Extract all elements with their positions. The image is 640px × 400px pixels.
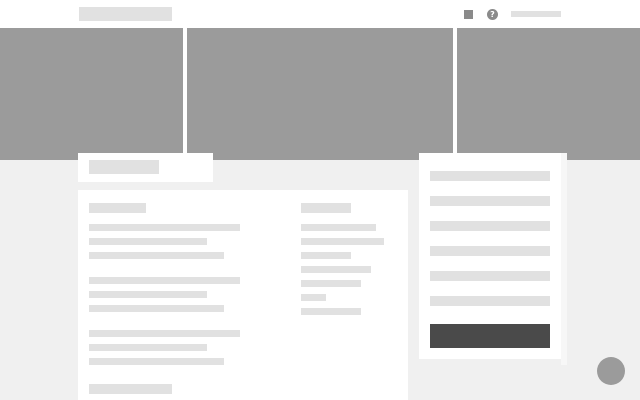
- listing-details-card: [78, 190, 408, 400]
- account-link-placeholder[interactable]: [511, 11, 561, 17]
- text-line-placeholder: [89, 358, 224, 365]
- section-heading-placeholder: [89, 384, 172, 394]
- text-line-placeholder: [89, 330, 240, 337]
- gallery-photo-2[interactable]: [187, 28, 453, 160]
- booking-field-placeholder[interactable]: [430, 196, 550, 206]
- booking-field-placeholder[interactable]: [430, 221, 550, 231]
- text-line-placeholder: [89, 291, 207, 298]
- list-item-placeholder: [301, 224, 376, 231]
- gallery-photo-3[interactable]: [457, 28, 640, 160]
- section-heading-placeholder: [89, 203, 146, 213]
- booking-field-placeholder[interactable]: [430, 171, 550, 181]
- text-line-placeholder: [89, 252, 224, 259]
- text-line-placeholder: [89, 305, 224, 312]
- booking-field-placeholder[interactable]: [430, 296, 550, 306]
- listing-title-card: [78, 153, 213, 182]
- top-bar: ?: [0, 0, 640, 28]
- help-icon[interactable]: ?: [487, 9, 498, 20]
- booking-field-placeholder[interactable]: [430, 271, 550, 281]
- logo-placeholder[interactable]: [79, 7, 172, 21]
- list-item-placeholder: [301, 308, 361, 315]
- section-heading-placeholder: [301, 203, 351, 213]
- text-line-placeholder: [89, 224, 240, 231]
- text-line-placeholder: [89, 277, 240, 284]
- booking-field-placeholder[interactable]: [430, 246, 550, 256]
- square-icon[interactable]: [464, 10, 473, 19]
- text-line-placeholder: [89, 238, 207, 245]
- list-item-placeholder: [301, 238, 384, 245]
- gallery-photo-1[interactable]: [0, 28, 183, 160]
- listing-title-placeholder: [89, 160, 159, 174]
- floating-chat-button[interactable]: [597, 357, 625, 385]
- side-card-shadow: [561, 153, 567, 365]
- list-item-placeholder: [301, 252, 351, 259]
- list-item-placeholder: [301, 294, 326, 301]
- photo-gallery: [0, 28, 640, 160]
- primary-action-button[interactable]: [430, 324, 550, 348]
- text-line-placeholder: [89, 344, 207, 351]
- list-item-placeholder: [301, 280, 361, 287]
- list-item-placeholder: [301, 266, 371, 273]
